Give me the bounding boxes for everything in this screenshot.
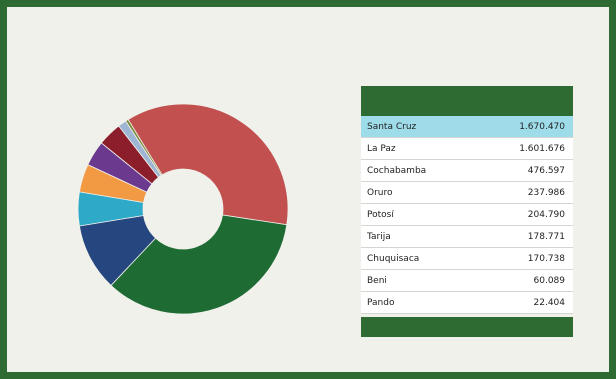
table-cell-value: 178.771 bbox=[527, 231, 565, 242]
table-row: Pando 22.404 bbox=[361, 292, 573, 314]
table-cell-department: Chuquisaca bbox=[367, 253, 420, 264]
table-row: Tarija 178.771 bbox=[361, 226, 573, 248]
table-cell-department: Tarija bbox=[367, 231, 391, 242]
table-row: Cochabamba 476.597 bbox=[361, 160, 573, 182]
table-row: Chuquisaca 170.738 bbox=[361, 248, 573, 270]
table-row: Santa Cruz 1.670.470 bbox=[361, 116, 573, 138]
table-row: Beni 60.089 bbox=[361, 270, 573, 292]
table-cell-department: Santa Cruz bbox=[367, 121, 417, 132]
infographic-frame: Santa Cruz 1.670.470 La Paz 1.601.676 Cochab… bbox=[0, 0, 616, 379]
table-total-row bbox=[361, 317, 573, 337]
table-cell-value: 204.790 bbox=[527, 209, 565, 220]
table-cell-department: Potosí bbox=[367, 209, 394, 220]
table-cell-department: Beni bbox=[367, 275, 387, 286]
table-header bbox=[361, 86, 573, 116]
table-cell-department: La Paz bbox=[367, 143, 396, 154]
header bbox=[87, 19, 543, 33]
table-cell-department: Cochabamba bbox=[367, 165, 427, 176]
table-cell-value: 170.738 bbox=[527, 253, 565, 264]
table-row: Oruro 237.986 bbox=[361, 182, 573, 204]
table-cell-value: 1.670.470 bbox=[519, 121, 565, 132]
table-cell-value: 476.597 bbox=[527, 165, 565, 176]
table-cell-department: Oruro bbox=[367, 187, 393, 198]
table-cell-department: Pando bbox=[367, 297, 395, 308]
table-row: Potosí 204.790 bbox=[361, 204, 573, 226]
donut-chart bbox=[77, 103, 289, 315]
table-cell-value: 22.404 bbox=[533, 297, 566, 308]
table-cell-value: 237.986 bbox=[527, 187, 565, 198]
table-body: Santa Cruz 1.670.470 La Paz 1.601.676 Cochab… bbox=[361, 116, 573, 314]
data-table: Santa Cruz 1.670.470 La Paz 1.601.676 Cochab… bbox=[361, 86, 573, 337]
table-cell-value: 60.089 bbox=[533, 275, 566, 286]
table-row: La Paz 1.601.676 bbox=[361, 138, 573, 160]
table-cell-value: 1.601.676 bbox=[519, 143, 565, 154]
